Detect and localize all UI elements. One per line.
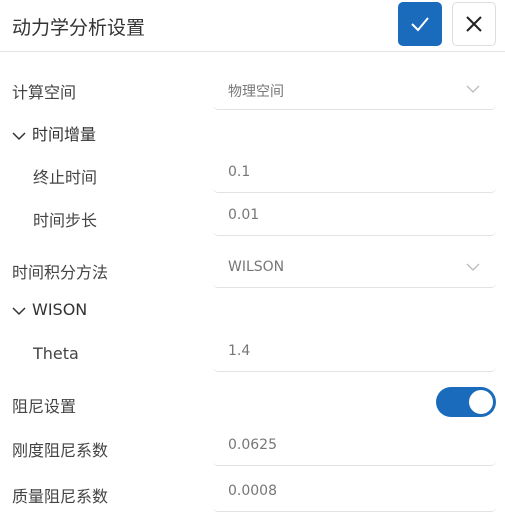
integration-method-value: WILSON <box>228 259 285 275</box>
damping-label: 阻尼设置 <box>12 397 77 416</box>
mass-damping-input[interactable]: 0.0008 <box>213 472 496 512</box>
time-step-label: 时间步长 <box>33 211 98 230</box>
time-increment-label: 时间增量 <box>32 125 97 144</box>
calc-space-select[interactable]: 物理空间 <box>213 70 496 110</box>
stiffness-damping-label: 刚度阻尼系数 <box>12 441 109 460</box>
time-increment-header: 时间增量 <box>12 121 96 145</box>
wison-label: WISON <box>32 300 88 319</box>
chevron-down-icon <box>466 263 480 271</box>
chevron-down-icon <box>12 131 26 140</box>
stiffness-damping-input[interactable]: 0.0625 <box>213 426 496 466</box>
confirm-button[interactable] <box>398 2 442 46</box>
damping-toggle[interactable] <box>436 387 496 417</box>
wison-header: WISON <box>12 300 87 319</box>
dialog-title: 动力学分析设置 <box>12 17 146 39</box>
close-button[interactable] <box>452 2 496 46</box>
chevron-down-icon <box>466 85 480 93</box>
toggle-knob <box>469 390 493 414</box>
calc-space-label: 计算空间 <box>12 83 77 102</box>
integration-method-select[interactable]: WILSON <box>213 248 496 288</box>
chevron-down-icon <box>12 306 26 315</box>
mass-damping-label: 质量阻尼系数 <box>12 487 109 506</box>
check-icon <box>411 17 429 32</box>
end-time-label: 终止时间 <box>33 168 98 187</box>
stiffness-damping-value: 0.0625 <box>228 437 277 453</box>
close-icon <box>466 16 482 32</box>
end-time-input[interactable]: 0.1 <box>213 153 496 193</box>
time-step-value: 0.01 <box>228 207 260 223</box>
integration-method-label: 时间积分方法 <box>12 263 109 282</box>
mass-damping-value: 0.0008 <box>228 483 277 499</box>
end-time-value: 0.1 <box>228 164 251 180</box>
theta-input[interactable]: 1.4 <box>213 332 496 372</box>
time-step-input[interactable]: 0.01 <box>213 196 496 236</box>
calc-space-value: 物理空间 <box>228 84 284 100</box>
dialog-header: 动力学分析设置 <box>0 0 505 52</box>
theta-value: 1.4 <box>228 343 251 359</box>
theta-label: Theta <box>33 344 79 363</box>
